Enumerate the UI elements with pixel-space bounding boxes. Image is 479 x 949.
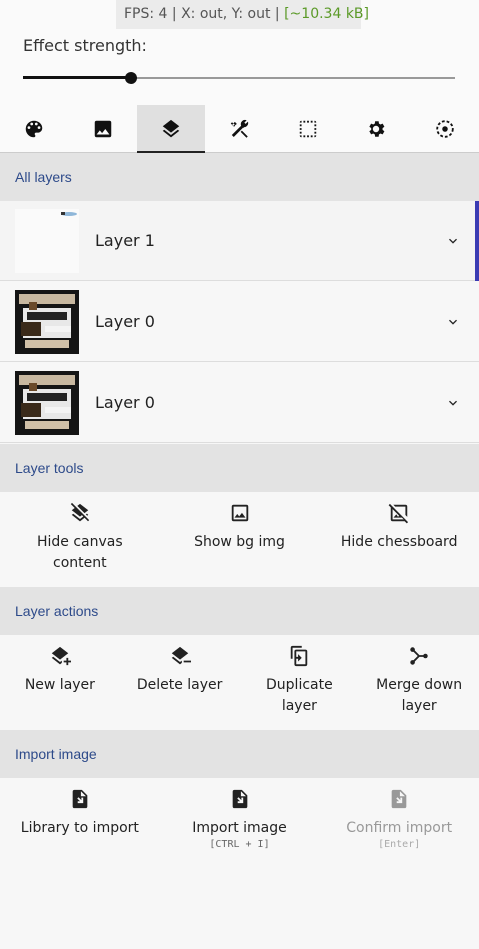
image-icon [231, 504, 248, 522]
effect-strength-slider[interactable] [23, 70, 455, 86]
library-to-import-button[interactable]: Library to import [0, 778, 160, 878]
layer-add-icon [51, 646, 71, 666]
show-bg-img-button[interactable]: Show bg img [160, 492, 320, 587]
layer-name: Layer 0 [95, 312, 155, 331]
merge-down-layer-button[interactable]: Merge down layer [359, 635, 479, 730]
layer-tools-row: Hide canvas content Show bg img Hide che… [0, 492, 479, 587]
layer-name: Layer 0 [95, 393, 155, 412]
tool-label: Hide canvas content [36, 534, 123, 571]
section-all-layers: All layers [0, 153, 479, 201]
layer-name: Layer 1 [95, 231, 155, 250]
duplicate-layer-button[interactable]: Duplicate layer [240, 635, 360, 730]
tool-tabs [0, 105, 479, 154]
chevron-down-icon[interactable] [445, 233, 461, 249]
tool-label: New layer [24, 677, 95, 693]
tab-tools[interactable] [205, 105, 273, 153]
tool-label: Hide chessboard [340, 534, 458, 550]
import-image-button[interactable]: Import image [CTRL + I] [160, 778, 320, 878]
tab-settings[interactable] [342, 105, 410, 153]
tool-label: Show bg img [194, 534, 285, 550]
new-layer-button[interactable]: New layer [0, 635, 120, 730]
settings-icon [369, 121, 385, 137]
layer-thumbnail [15, 290, 79, 354]
fps-readout: FPS: 4 [124, 6, 168, 22]
layer-thumbnail [15, 209, 79, 273]
coords-readout: X: out, Y: out [181, 6, 271, 22]
effect-strength-label: Effect strength: [23, 36, 147, 55]
selection-icon [299, 120, 317, 138]
palette-icon [25, 120, 43, 138]
tool-label: Merge down layer [376, 677, 463, 714]
tool-label: Confirm import [346, 820, 453, 836]
layer-actions-row: New layer Delete layer Duplicate layer M… [0, 635, 479, 730]
section-layer-tools: Layer tools [0, 444, 479, 492]
file-import-icon [232, 789, 247, 809]
chevron-down-icon[interactable] [445, 314, 461, 330]
tool-label: Import image [192, 820, 287, 836]
file-import-icon [391, 789, 407, 809]
import-row: Library to import Import image [CTRL + I… [0, 778, 479, 878]
merge-icon [410, 647, 428, 665]
hide-image-icon [388, 503, 409, 524]
size-readout: [~10.34 kB] [284, 6, 369, 22]
layer-row[interactable]: Layer 0 [0, 363, 479, 443]
tab-layers[interactable] [136, 105, 206, 154]
tool-label: Library to import [20, 820, 139, 836]
layer-row[interactable]: Layer 1 [0, 201, 479, 281]
chevron-down-icon[interactable] [445, 395, 461, 411]
tool-label: Delete layer [136, 677, 223, 693]
target-icon [436, 120, 454, 138]
layer-thumbnail [15, 371, 79, 435]
shortcut-hint: [CTRL + I] [209, 839, 270, 850]
tab-target[interactable] [411, 105, 479, 153]
hide-canvas-content-button[interactable]: Hide canvas content [0, 492, 160, 587]
status-bar: FPS: 4 | X: out, Y: out | [~10.34 kB] [116, 0, 369, 29]
hide-chessboard-button[interactable]: Hide chessboard [319, 492, 479, 587]
slider-thumb[interactable] [125, 72, 137, 84]
tab-selection[interactable] [274, 105, 342, 153]
delete-layer-button[interactable]: Delete layer [120, 635, 240, 730]
tool-label: Duplicate layer [266, 677, 333, 714]
layers-clear-icon [70, 502, 89, 522]
tab-image[interactable] [68, 105, 136, 153]
tab-palette[interactable] [0, 105, 68, 153]
image-icon [94, 120, 111, 138]
section-import-image: Import image [0, 730, 479, 778]
shortcut-hint: [Enter] [378, 839, 421, 850]
confirm-import-button[interactable]: Confirm import [Enter] [319, 778, 479, 878]
duplicate-icon [291, 645, 308, 667]
layer-remove-icon [171, 646, 191, 665]
file-import-icon [72, 789, 88, 809]
tools-icon [231, 119, 249, 138]
section-layer-actions: Layer actions [0, 587, 479, 635]
layers-icon [162, 119, 180, 138]
layer-row[interactable]: Layer 0 [0, 282, 479, 362]
